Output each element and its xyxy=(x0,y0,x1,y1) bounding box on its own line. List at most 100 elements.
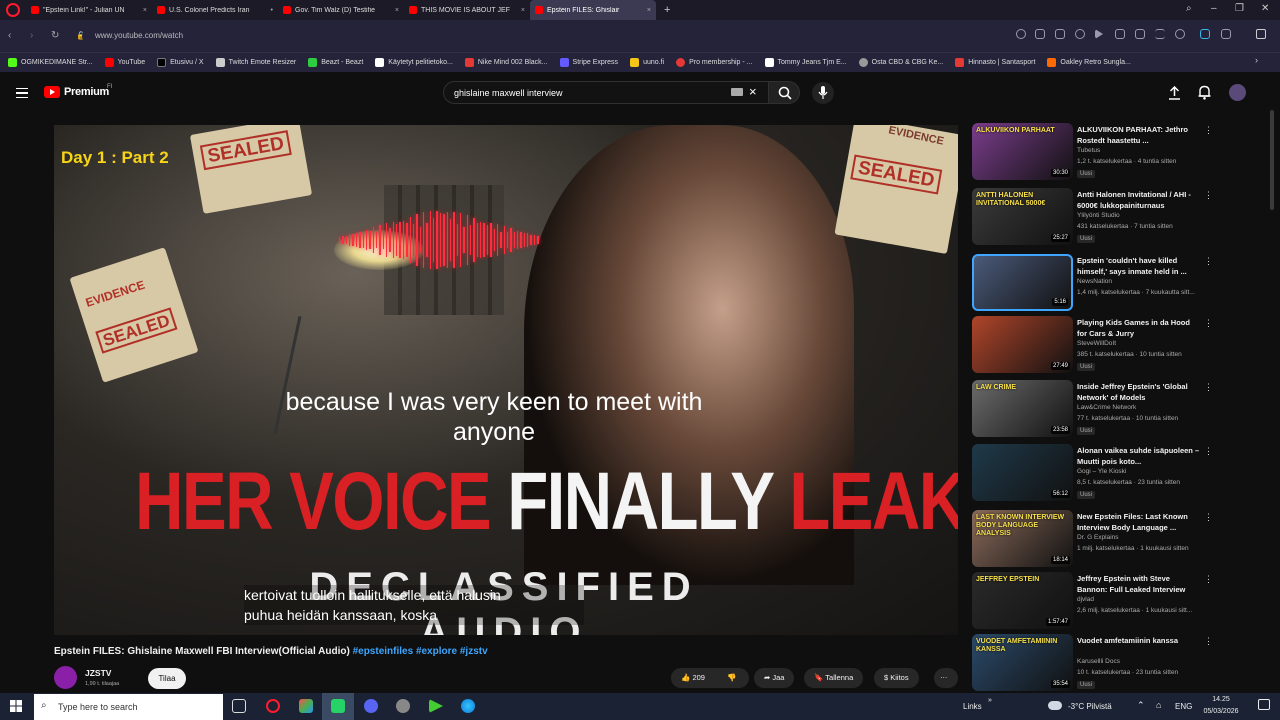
youtube-logo[interactable]: Premium xyxy=(44,86,109,98)
recommended-video[interactable]: 5:16 Epstein 'couldn't have killed himsel… xyxy=(972,254,1252,314)
taskbar-search-input[interactable]: Type here to search xyxy=(34,694,223,720)
bookmark-item[interactable]: Beazt - Beazt xyxy=(308,58,363,67)
video-thumbnail[interactable]: 56:12 xyxy=(972,444,1073,501)
minimize-icon[interactable]: – xyxy=(1211,3,1217,14)
channel-name[interactable]: JZSTV xyxy=(85,668,111,678)
recommended-video[interactable]: LAST KNOWN INTERVIEW BODY LANGUAGE ANALY… xyxy=(972,510,1252,570)
avatar[interactable] xyxy=(1229,84,1246,101)
app-taskbar-icon[interactable] xyxy=(299,699,313,713)
bookmark-item[interactable]: Käytetyt pelitietoko... xyxy=(375,58,453,67)
menu-lines-icon[interactable] xyxy=(1155,29,1165,39)
tab-colonel-predicts[interactable]: U.S. Colonel Predicts Iran • xyxy=(152,0,278,20)
new-tab-button[interactable]: + xyxy=(664,4,670,16)
bookmark-item[interactable]: Hinnasto | Santasport xyxy=(955,58,1035,67)
bookmark-item[interactable]: Tommy Jeans Tjm E... xyxy=(764,58,847,67)
steam-taskbar-icon[interactable] xyxy=(396,699,410,713)
bookmark-item[interactable]: Stripe Express xyxy=(559,58,618,67)
dislike-button[interactable]: 👎 xyxy=(719,668,749,688)
more-options-icon[interactable]: ⋮ xyxy=(1204,574,1213,585)
links-chevron-icon[interactable]: » xyxy=(988,697,992,704)
recommended-channel[interactable]: NewsNation xyxy=(1077,278,1112,285)
tray-chevron-icon[interactable]: ⌃ xyxy=(1137,700,1145,711)
zoom-icon[interactable] xyxy=(1016,29,1026,39)
bookmark-item[interactable]: Twitch Emote Resizer xyxy=(215,58,296,67)
more-options-icon[interactable]: ⋮ xyxy=(1204,636,1213,647)
recommended-channel[interactable]: Karusellli Docs xyxy=(1077,658,1120,665)
tab-close-icon[interactable]: × xyxy=(521,7,525,14)
recommended-title[interactable]: Epstein 'couldn't have killed himself,' … xyxy=(1077,255,1202,277)
video-thumbnail[interactable]: ANTTI HALONEN INVITATIONAL 5000€ 25:27 xyxy=(972,188,1073,245)
bookmark-item[interactable]: Etusivu / X xyxy=(157,58,204,67)
tab-close-icon[interactable]: × xyxy=(395,7,399,14)
search-button[interactable] xyxy=(768,81,800,104)
shield-icon[interactable] xyxy=(1075,29,1085,39)
language-indicator[interactable]: ENG xyxy=(1175,702,1192,711)
video-thumbnail[interactable]: JEFFREY EPSTEIN 1:57:47 xyxy=(972,572,1073,629)
recommended-video[interactable]: 56:12 Alonan vaikea suhde isäpuoleen – Mu… xyxy=(972,444,1252,504)
weather-text[interactable]: -3°C Pilvistä xyxy=(1068,702,1112,711)
subscribe-button[interactable]: Tilaa xyxy=(148,668,186,689)
tab-epstein-files-active[interactable]: Epstein FILES: Ghislair × xyxy=(530,0,656,20)
search-tabs-icon[interactable]: ⌕ xyxy=(1186,3,1192,14)
recommended-title[interactable]: Alonan vaikea suhde isäpuoleen – Muutti … xyxy=(1077,445,1202,467)
recommended-video[interactable]: JEFFREY EPSTEIN 1:57:47 Jeffrey Epstein wi… xyxy=(972,572,1252,632)
recommended-title[interactable]: Inside Jeffrey Epstein's 'Global Network… xyxy=(1077,381,1202,403)
recommended-video[interactable]: ALKUVIIKON PARHAAT 30:30 ALKUVIIKON PARHAA… xyxy=(972,123,1252,183)
clear-search-icon[interactable]: × xyxy=(749,84,757,99)
tab-this-movie[interactable]: THIS MOVIE IS ABOUT JEF × xyxy=(404,0,530,20)
reload-icon[interactable]: ↻ xyxy=(51,30,59,41)
bookmark-item[interactable]: Pro membership - ... xyxy=(676,58,753,67)
recommended-title[interactable]: New Epstein Files: Last Known Interview … xyxy=(1077,511,1202,533)
tab-tim-walz[interactable]: Gov. Tim Walz (D) Testifie × xyxy=(278,0,404,20)
more-options-icon[interactable]: ⋮ xyxy=(1204,125,1213,136)
video-thumbnail[interactable]: VUODET AMFETAMIININ KANSSA 35:54 xyxy=(972,634,1073,691)
bookmark-item[interactable]: uuno.fi xyxy=(630,58,664,67)
heart-icon[interactable] xyxy=(1115,29,1125,39)
notifications-icon[interactable] xyxy=(1258,699,1270,710)
tab-audio-dot-icon[interactable]: • xyxy=(271,7,273,14)
clock-time[interactable]: 14.25 xyxy=(1201,696,1241,703)
share-button[interactable]: ➦ Jaa xyxy=(754,668,795,688)
opera-taskbar-icon[interactable] xyxy=(266,699,280,713)
more-options-icon[interactable]: ⋮ xyxy=(1204,382,1213,393)
video-thumbnail[interactable]: 27:49 xyxy=(972,316,1073,373)
back-icon[interactable]: ‹ xyxy=(8,30,11,41)
recommended-title[interactable]: Jeffrey Epstein with Steve Bannon: Full … xyxy=(1077,573,1202,595)
video-thumbnail[interactable]: ALKUVIIKON PARHAAT 30:30 xyxy=(972,123,1073,180)
recommended-video[interactable]: 27:49 Playing Kids Games in da Hood for C… xyxy=(972,316,1252,376)
discord-taskbar-icon[interactable] xyxy=(364,699,378,713)
url-field[interactable]: www.youtube.com/watch xyxy=(82,27,1002,45)
recommended-channel[interactable]: Gogi – Yle Kioski xyxy=(1077,468,1126,475)
more-options-icon[interactable]: ⋮ xyxy=(1204,512,1213,523)
network-icon[interactable]: ⌂ xyxy=(1156,700,1161,710)
recommended-video[interactable]: ANTTI HALONEN INVITATIONAL 5000€ 25:27 Ant… xyxy=(972,188,1252,248)
edit-icon[interactable] xyxy=(1035,29,1045,39)
search-input[interactable]: ghislaine maxwell interview xyxy=(443,81,769,104)
edge-taskbar-icon[interactable] xyxy=(461,699,475,713)
spotify-like-taskbar-icon[interactable] xyxy=(331,699,345,713)
more-options-icon[interactable]: ⋮ xyxy=(1204,256,1213,267)
bookmarks-more-icon[interactable]: › xyxy=(1255,55,1258,65)
video-thumbnail[interactable]: 5:16 xyxy=(972,254,1073,311)
recommended-channel[interactable]: djvlad xyxy=(1077,596,1094,603)
cube-icon[interactable] xyxy=(1221,29,1231,39)
bookmark-item[interactable]: Oakley Retro Sungla... xyxy=(1047,58,1131,67)
video-thumbnail[interactable]: LAW CRIME 23:58 xyxy=(972,380,1073,437)
recommended-title[interactable]: Playing Kids Games in da Hood for Cars &… xyxy=(1077,317,1202,339)
close-window-icon[interactable]: ✕ xyxy=(1261,3,1269,14)
recommended-channel[interactable]: Tubetus xyxy=(1077,147,1100,154)
opera-logo-icon[interactable] xyxy=(6,3,20,17)
tab-close-icon[interactable]: × xyxy=(647,7,651,14)
keyboard-icon[interactable] xyxy=(731,88,743,96)
recommended-channel[interactable]: Law&Crime Network xyxy=(1077,404,1136,411)
like-button[interactable]: 👍 209 xyxy=(671,668,719,688)
recommended-channel[interactable]: SteveWillDoIt xyxy=(1077,340,1116,347)
taskbar-links[interactable]: Links xyxy=(963,702,982,711)
recommended-video[interactable]: LAW CRIME 23:58 Inside Jeffrey Epstein's '… xyxy=(972,380,1252,440)
windows-start-icon[interactable] xyxy=(10,700,22,712)
clock-date[interactable]: 05/03/2026 xyxy=(1199,708,1243,715)
recommended-title[interactable]: Antti Halonen Invitational / AHI - 6000€… xyxy=(1077,189,1202,211)
tab-close-icon[interactable]: × xyxy=(143,7,147,14)
video-player[interactable]: SEALED EVIDENCE SEALED SEALED EVIDENCE Da… xyxy=(54,125,958,635)
notifications-bell-icon[interactable] xyxy=(1198,85,1211,100)
